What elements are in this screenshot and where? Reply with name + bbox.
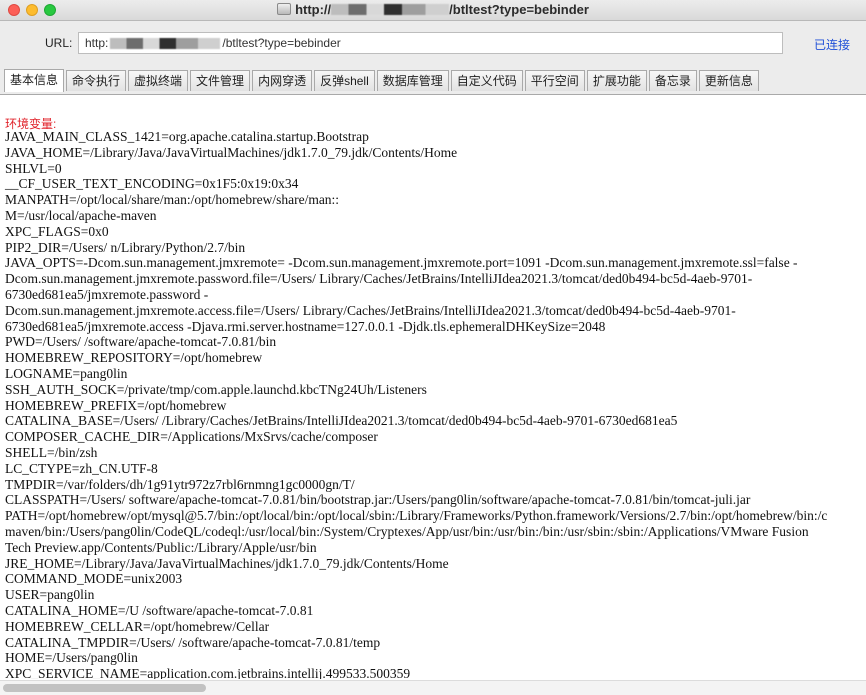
document-icon [277, 3, 292, 15]
connection-status: 已连接 [814, 38, 851, 52]
tab-extensions[interactable]: 扩展功能 [586, 70, 647, 91]
tab-custom-code[interactable]: 自定义代码 [450, 70, 523, 91]
tab-reverse-shell[interactable]: 反弹shell [314, 70, 375, 91]
env-var-line: HOMEBREW_PREFIX=/opt/homebrew [5, 397, 227, 413]
redacted-host [331, 4, 450, 15]
tab-memo[interactable]: 备忘录 [648, 70, 697, 91]
env-var-line: maven/bin:/Users/pang0lin/CodeQL/codeql:… [5, 523, 809, 539]
env-var-line: MANPATH=/opt/local/share/man:/opt/homebr… [5, 192, 340, 208]
tab-basic-info[interactable]: 基本信息 [4, 69, 65, 92]
env-var-line: M=/usr/local/apache-maven [5, 207, 157, 223]
env-var-line: LC_CTYPE=zh_CN.UTF-8 [5, 460, 158, 476]
env-var-line: LOGNAME=pang0lin [5, 365, 128, 381]
tab-list: 基本信息 命令执行 虚拟终端 文件管理 内网穿透 反弹shell 数据库管理 自… [4, 69, 761, 92]
env-var-line: COMPOSER_CACHE_DIR=/Applications/MxSrvs/… [5, 429, 378, 445]
env-var-line: CLASSPATH=/Users/ software/apache-tomcat… [5, 492, 751, 508]
env-var-line: __CF_USER_TEXT_ENCODING=0x1F5:0x19:0x34 [5, 176, 299, 192]
content-panel: 环境变量: JAVA_MAIN_CLASS_1421=org.apache.ca… [0, 95, 866, 679]
env-var-line: Dcom.sun.management.jmxremote.access.fil… [5, 302, 736, 318]
env-var-line: JAVA_HOME=/Library/Java/JavaVirtualMachi… [5, 144, 458, 160]
env-var-line: Tech Preview.app/Contents/Public:/Librar… [5, 539, 317, 555]
env-var-line: HOMEBREW_CELLAR=/opt/homebrew/Cellar [5, 618, 270, 634]
env-var-line: CATALINA_HOME=/U /software/apache-tomcat… [5, 602, 314, 618]
tab-file-manager[interactable]: 文件管理 [190, 70, 251, 91]
env-var-line: CATALINA_TMPDIR=/Users/ /software/apache… [5, 634, 381, 650]
url-input[interactable]: http: /btltest?type=bebinder [78, 32, 783, 54]
window-title-suffix: /btltest?type=bebinder [449, 2, 589, 17]
tab-bar: 基本信息 命令执行 虚拟终端 文件管理 内网穿透 反弹shell 数据库管理 自… [0, 67, 866, 95]
tab-command-exec[interactable]: 命令执行 [66, 70, 127, 91]
env-var-line: HOMEBREW_REPOSITORY=/opt/homebrew [5, 350, 263, 366]
env-var-line: SHELL=/bin/zsh [5, 444, 98, 460]
env-var-line: 6730ed681ea5/jmxremote.password - [5, 286, 209, 302]
env-var-line: XPC_FLAGS=0x0 [5, 223, 109, 239]
tab-intranet-tunnel[interactable]: 内网穿透 [252, 70, 313, 91]
window-titlebar: http:// /btltest?type=bebinder [0, 0, 866, 21]
tab-database-manager[interactable]: 数据库管理 [376, 70, 449, 91]
env-var-line: SSH_AUTH_SOCK=/private/tmp/com.apple.lau… [5, 381, 427, 397]
url-value-suffix: /btltest?type=bebinder [222, 36, 341, 50]
env-var-line: 6730ed681ea5/jmxremote.access -Djava.rmi… [5, 318, 606, 334]
env-var-line: CATALINA_BASE=/Users/ /Library/Caches/Je… [5, 413, 678, 429]
env-var-line: JAVA_OPTS=-Dcom.sun.management.jmxremote… [5, 255, 798, 271]
window-title: http:// /btltest?type=bebinder [0, 2, 866, 17]
env-vars-list: JAVA_MAIN_CLASS_1421=org.apache.catalina… [5, 129, 866, 679]
tab-update-info[interactable]: 更新信息 [698, 70, 759, 91]
tab-parallel-space[interactable]: 平行空间 [524, 70, 585, 91]
url-value-prefix: http: [85, 36, 109, 50]
env-var-line: HOME=/Users/pang0lin [5, 650, 138, 666]
env-var-line: JRE_HOME=/Library/Java/JavaVirtualMachin… [5, 555, 449, 571]
env-var-line: XPC_SERVICE_NAME=application.com.jetbrai… [5, 666, 411, 679]
env-var-line: PIP2_DIR=/Users/ n/Library/Python/2.7/bi… [5, 239, 246, 255]
env-var-line: PWD=/Users/ /software/apache-tomcat-7.0.… [5, 334, 277, 350]
env-var-line: USER=pang0lin [5, 587, 95, 603]
url-label: URL: [45, 36, 73, 50]
tab-virtual-terminal[interactable]: 虚拟终端 [128, 70, 189, 91]
scrollbar-thumb[interactable] [3, 684, 206, 692]
url-toolbar: URL: http: /btltest?type=bebinder 已连接 [0, 21, 866, 67]
env-var-line: SHLVL=0 [5, 160, 62, 176]
env-var-line: COMMAND_MODE=unix2003 [5, 571, 183, 587]
env-var-line: PATH=/opt/homebrew/opt/mysql@5.7/bin:/op… [5, 508, 828, 524]
redacted-host [110, 37, 221, 49]
env-var-line: JAVA_MAIN_CLASS_1421=org.apache.catalina… [5, 129, 369, 144]
horizontal-scrollbar[interactable] [0, 680, 866, 695]
env-var-line: Dcom.sun.management.jmxremote.password.f… [5, 271, 753, 287]
env-var-line: TMPDIR=/var/folders/dh/1g91ytr972z7rbl6r… [5, 476, 355, 492]
window-title-prefix: http:// [295, 2, 332, 17]
